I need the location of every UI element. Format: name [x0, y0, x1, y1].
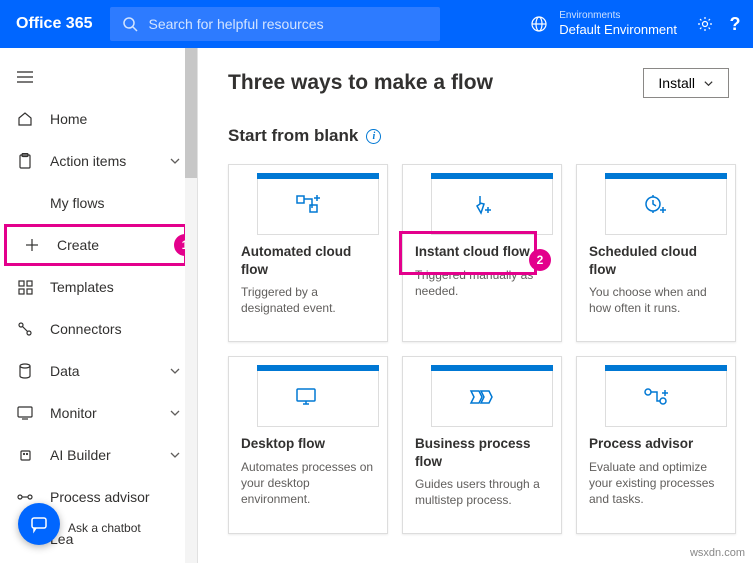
search-icon — [120, 14, 140, 34]
card-desc: Guides users through a multistep process… — [415, 476, 549, 508]
annotation-highlight-2 — [399, 231, 537, 275]
sidebar-item-label: Action items — [50, 153, 126, 169]
process-advisor-icon — [643, 387, 669, 407]
section-subtitle: Start from blank i — [228, 126, 729, 146]
automated-flow-icon — [295, 194, 321, 216]
env-label: Environments — [559, 10, 677, 22]
sidebar-item-create[interactable]: Create 1 — [4, 224, 187, 266]
globe-icon — [529, 14, 549, 34]
scrollbar-thumb[interactable] — [185, 48, 197, 178]
data-icon — [16, 362, 34, 380]
sidebar-item-data[interactable]: Data — [0, 350, 197, 392]
card-desc: You choose when and how often it runs. — [589, 284, 723, 316]
clipboard-icon — [16, 152, 34, 170]
card-title: Desktop flow — [241, 435, 375, 453]
card-desc: Automates processes on your desktop envi… — [241, 459, 375, 508]
sidebar-item-label: Home — [50, 111, 87, 127]
ai-icon — [16, 446, 34, 464]
desktop-flow-icon — [295, 387, 321, 407]
templates-icon — [16, 278, 34, 296]
card-desc: Triggered by a designated event. — [241, 284, 375, 316]
card-title: Automated cloud flow — [241, 243, 375, 278]
chatbot-label[interactable]: Ask a chatbot — [68, 521, 141, 535]
sidebar-item-home[interactable]: Home — [0, 98, 197, 140]
card-instant-cloud-flow[interactable]: 2 Instant cloud flow Triggered manually … — [402, 164, 562, 342]
chevron-down-icon — [703, 78, 714, 89]
app-header: Office 365 Environments Default Environm… — [0, 0, 753, 48]
sidebar-item-label: AI Builder — [50, 447, 111, 463]
instant-flow-icon — [470, 193, 494, 217]
hamburger-icon — [16, 68, 34, 86]
page-title: Three ways to make a flow — [228, 71, 493, 95]
card-scheduled-cloud-flow[interactable]: Scheduled cloud flow You choose when and… — [576, 164, 736, 342]
card-automated-cloud-flow[interactable]: Automated cloud flow Triggered by a desi… — [228, 164, 388, 342]
subtitle-text: Start from blank — [228, 126, 358, 146]
sidebar-item-label: My flows — [50, 195, 104, 211]
help-icon[interactable]: ? — [725, 14, 745, 34]
card-title: Business process flow — [415, 435, 549, 470]
info-icon[interactable]: i — [366, 129, 381, 144]
sidebar-item-label: Process advisor — [50, 489, 150, 505]
card-desktop-flow[interactable]: Desktop flow Automates processes on your… — [228, 356, 388, 534]
chevron-down-icon — [169, 407, 181, 419]
connectors-icon — [16, 320, 34, 338]
sidebar-item-monitor[interactable]: Monitor — [0, 392, 197, 434]
watermark: wsxdn.com — [690, 547, 745, 559]
sidebar-item-label: Data — [50, 363, 80, 379]
install-label: Install — [658, 75, 695, 91]
chatbot-icon — [29, 514, 49, 534]
plus-icon — [23, 236, 41, 254]
brand-logo[interactable]: Office 365 — [8, 15, 100, 33]
sidebar-item-label: Monitor — [50, 405, 97, 421]
chevron-down-icon — [169, 155, 181, 167]
monitor-icon — [16, 404, 34, 422]
business-process-icon — [469, 389, 495, 405]
sidebar-item-connectors[interactable]: Connectors — [0, 308, 197, 350]
chevron-down-icon — [169, 449, 181, 461]
search-box[interactable] — [110, 7, 440, 41]
card-grid: Automated cloud flow Triggered by a desi… — [228, 164, 729, 534]
home-icon — [16, 110, 34, 128]
environment-picker[interactable]: Environments Default Environment — [521, 10, 685, 38]
install-button[interactable]: Install — [643, 68, 729, 98]
scheduled-flow-icon — [643, 194, 669, 216]
sidebar-item-label: Create — [57, 237, 99, 253]
card-process-advisor[interactable]: Process advisor Evaluate and optimize yo… — [576, 356, 736, 534]
hamburger-menu[interactable] — [0, 56, 197, 98]
card-title: Process advisor — [589, 435, 723, 453]
sidebar: Home Action items My flows Create 1 Temp… — [0, 48, 198, 563]
annotation-badge-2: 2 — [529, 249, 551, 271]
sidebar-item-templates[interactable]: Templates — [0, 266, 197, 308]
card-title: Scheduled cloud flow — [589, 243, 723, 278]
chatbot-fab[interactable] — [18, 503, 60, 545]
sidebar-scrollbar[interactable] — [185, 48, 197, 563]
sidebar-item-my-flows[interactable]: My flows — [0, 182, 197, 224]
card-business-process-flow[interactable]: Business process flow Guides users throu… — [402, 356, 562, 534]
env-name: Default Environment — [559, 22, 677, 38]
gear-icon[interactable] — [695, 14, 715, 34]
search-input[interactable] — [148, 16, 430, 32]
sidebar-item-label: Connectors — [50, 321, 122, 337]
main-content: Three ways to make a flow Install Start … — [198, 48, 753, 563]
sidebar-item-action-items[interactable]: Action items — [0, 140, 197, 182]
sidebar-item-label: Templates — [50, 279, 114, 295]
card-desc: Evaluate and optimize your existing proc… — [589, 459, 723, 508]
chevron-down-icon — [169, 365, 181, 377]
sidebar-item-ai-builder[interactable]: AI Builder — [0, 434, 197, 476]
